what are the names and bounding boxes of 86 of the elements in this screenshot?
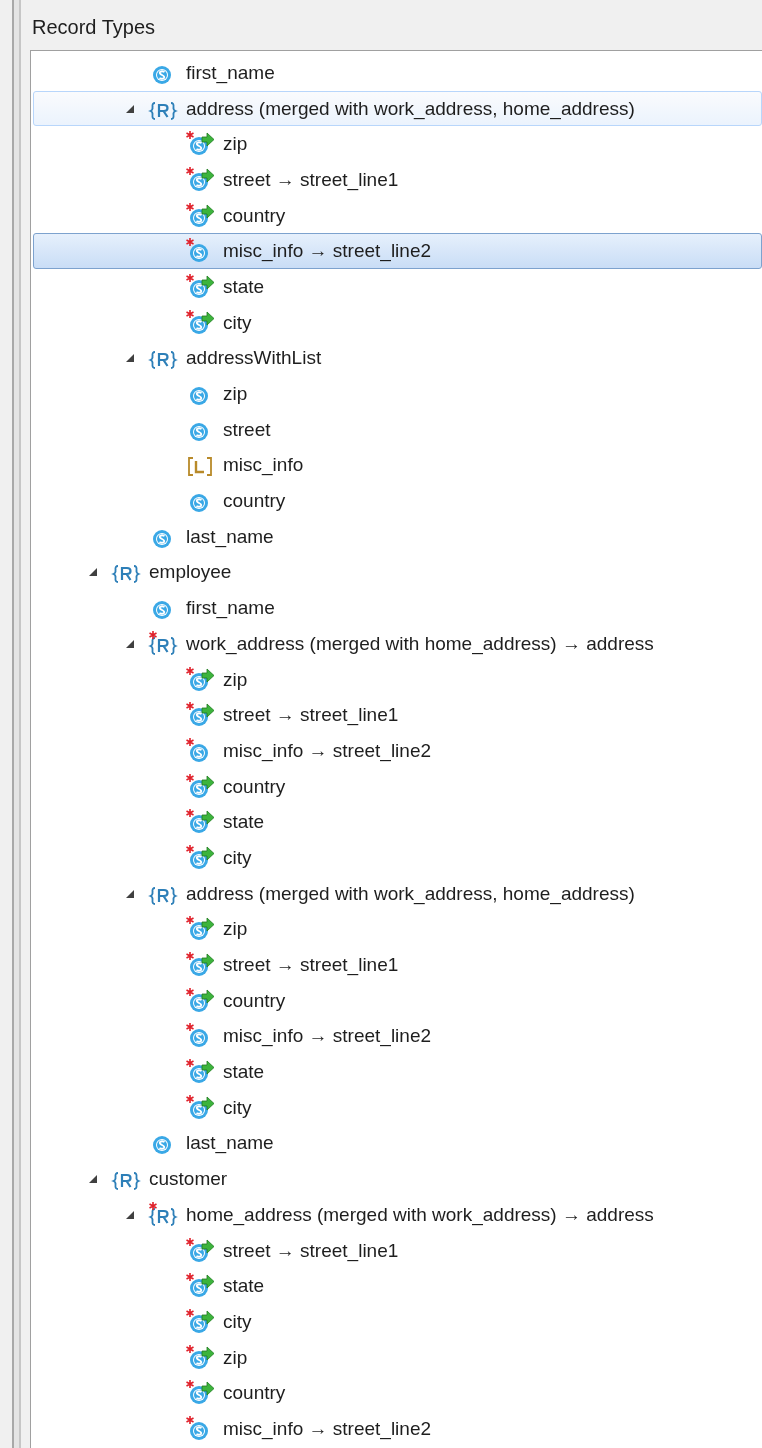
tree-label: first_name [186,61,275,84]
tree-label: state [223,275,265,298]
tree-row[interactable]: street → street_line1 [33,697,762,734]
tree-row[interactable]: last_name [33,518,762,555]
tree-label: street → street_line1 [223,954,399,977]
tree-label: first_name [186,597,275,620]
tree-row[interactable]: customer [33,1161,762,1197]
tree-label: country [223,1382,286,1405]
tree-row[interactable]: misc_info → street_line2 [33,233,762,270]
tree-label: city [223,311,252,334]
tree-label: addressWithList [186,347,322,370]
tree-label: customer [149,1168,228,1191]
tree-row[interactable]: zip [33,376,762,412]
tree-label: misc_info → street_line2 [223,1025,432,1048]
tree-label: misc_info → street_line2 [223,1417,432,1440]
tree-row[interactable]: state [33,804,762,841]
tree-row[interactable]: street → street_line1 [33,1232,762,1269]
tree-label: state [223,811,265,834]
tree-label: street → street_line1 [223,1239,399,1262]
tree-label: employee [149,561,232,584]
tree-row[interactable]: city [33,304,762,341]
tree-label: address (merged with work_address, home_address) [186,882,635,905]
tree-label: zip [223,1346,248,1369]
tree-row[interactable]: state [33,1268,762,1305]
tree-row[interactable]: zip [33,1339,762,1376]
tree-row[interactable]: zip [33,126,762,163]
tree-label: misc_info [223,454,304,477]
tree-label: last_name [186,1132,274,1155]
tree-label: street [223,418,271,441]
tree-row[interactable]: city [33,840,762,876]
tree-row[interactable]: state [33,1054,762,1090]
tree-label: street → street_line1 [223,168,399,191]
collapse-triangle-icon[interactable] [87,567,98,578]
collapse-triangle-icon[interactable] [87,1174,98,1185]
tree-label: city [223,1096,252,1119]
tree-label: misc_info → street_line2 [223,240,432,263]
tree-row[interactable]: street → street_line1 [33,947,762,983]
tree-row[interactable]: address (merged with work_address, home_address) [33,875,762,912]
collapse-triangle-icon[interactable] [124,1209,135,1220]
tree-label: street → street_line1 [223,704,399,727]
tree-row[interactable]: country [33,768,762,805]
tree-row[interactable]: address (merged with work_address, home_address) [33,90,762,127]
tree-label: state [223,1061,265,1084]
collapse-triangle-icon[interactable] [124,888,135,899]
tree-row[interactable]: misc_info → street_line2 [33,1018,762,1055]
tree-label: misc_info → street_line2 [223,739,432,762]
tree-row[interactable]: state [33,269,762,305]
tree-label: city [223,1310,252,1333]
tree-label: zip [223,133,248,156]
tree-label: zip [223,383,248,406]
tree-label: address (merged with work_address, home_address) [186,97,635,120]
tree-label: last_name [186,525,274,548]
tree-row[interactable]: employee [33,554,762,591]
tree-label: country [223,989,286,1012]
tree-row[interactable]: zip [33,911,762,948]
tree-row[interactable]: first_name [33,590,762,626]
tree-row[interactable]: city [33,1089,762,1126]
tree-row[interactable]: home_address (merged with work_address) → address [33,1197,762,1233]
tree-row[interactable]: misc_info [33,447,762,484]
tree-row[interactable]: country [33,982,762,1019]
tree-row[interactable]: country [33,197,762,234]
tree-row[interactable]: last_name [33,1125,762,1162]
tree-row[interactable]: work_address (merged with home_address) → address [33,626,762,662]
tree-label: country [223,775,286,798]
collapse-triangle-icon[interactable] [124,638,135,649]
tree-label: city [223,846,252,869]
tree-label: zip [223,918,248,941]
collapse-triangle-icon[interactable] [124,353,135,364]
tree-row[interactable]: city [33,1304,762,1340]
tree-label: state [223,1275,265,1298]
tree-row[interactable]: zip [33,661,762,698]
tree-label: home_address (merged with work_address) → address [186,1203,654,1226]
tree-row[interactable]: first_name [33,55,762,91]
tree-row[interactable]: country [33,483,762,519]
tree-row[interactable]: addressWithList [33,340,762,377]
collapse-triangle-icon[interactable] [124,103,135,114]
tree-row[interactable]: misc_info → street_line2 [33,733,762,769]
tree-label: zip [223,668,248,691]
tree-row[interactable]: street → street_line1 [33,162,762,198]
tree-label: work_address (merged with home_address) → address [186,632,654,655]
tree-row[interactable]: misc_info → street_line2 [33,1411,762,1447]
tree-row[interactable]: country [33,1375,762,1412]
tree-row[interactable]: street [33,411,762,448]
tree-label: country [223,490,286,513]
panel-title: Record Types [31,15,157,40]
tree-label: country [223,204,286,227]
